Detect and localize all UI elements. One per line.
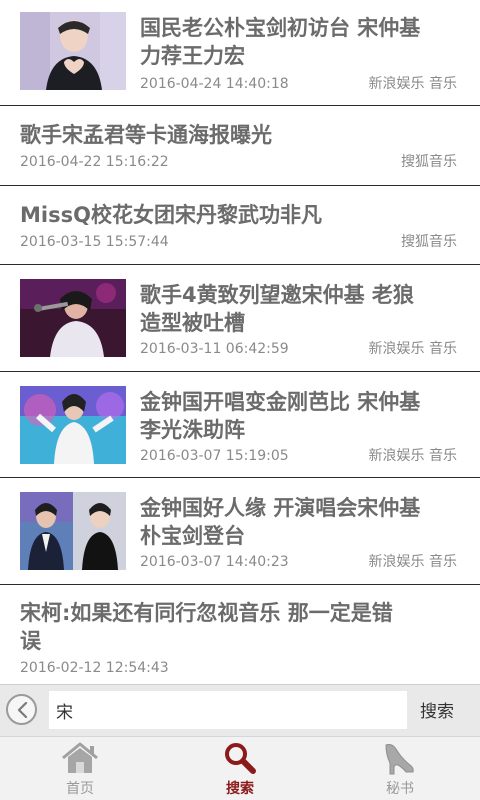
- news-thumbnail: [20, 12, 126, 90]
- news-source: 搜狐音乐: [401, 154, 457, 170]
- news-title-line2: 力荐王力宏: [140, 44, 245, 68]
- news-thumbnail: [20, 386, 126, 464]
- tab-search-label: 搜索: [226, 781, 254, 797]
- search-input[interactable]: [49, 691, 407, 729]
- list-item[interactable]: MissQ校花女团宋丹黎武功非凡 2016-03-15 15:57:44 搜狐音…: [0, 186, 480, 265]
- news-date: 2016-04-22 15:16:22: [20, 154, 169, 170]
- news-source: 新浪娱乐 音乐: [368, 448, 457, 464]
- news-date: 2016-03-07 14:40:23: [140, 554, 289, 570]
- list-item[interactable]: 金钟国开唱变金刚芭比 宋仲基 李光洙助阵 2016-03-07 15:19:05…: [0, 372, 480, 478]
- tab-search[interactable]: 搜索: [160, 737, 320, 800]
- news-title: 宋柯:如果还有同行忽视音乐 那一定是错: [20, 601, 393, 625]
- search-icon: [225, 743, 256, 774]
- news-thumbnail: [20, 492, 126, 570]
- news-title: MissQ校花女团宋丹黎武功非凡: [20, 203, 322, 227]
- news-title: 金钟国好人缘 开演唱会宋仲基: [140, 496, 421, 520]
- chevron-left-icon: [17, 702, 28, 718]
- list-item[interactable]: 国民老公朴宝剑初访台 宋仲基 力荐王力宏 2016-04-24 14:40:18…: [0, 0, 480, 106]
- news-source: 新浪娱乐 音乐: [368, 341, 457, 357]
- news-title: 歌手4黄致列望邀宋仲基 老狼: [140, 283, 414, 307]
- news-date: 2016-03-07 15:19:05: [140, 448, 289, 464]
- news-title: 金钟国开唱变金刚芭比 宋仲基: [140, 390, 421, 414]
- news-source: 搜狐音乐: [401, 234, 457, 250]
- search-bar: 搜索: [0, 684, 480, 736]
- news-title-line2: 朴宝剑登台: [140, 524, 245, 548]
- tab-home[interactable]: 首页: [0, 737, 160, 800]
- news-title: 国民老公朴宝剑初访台 宋仲基: [140, 16, 421, 40]
- news-date: 2016-02-12 12:54:43: [20, 660, 169, 676]
- high-heel-icon: [385, 744, 414, 775]
- back-button[interactable]: [6, 694, 37, 725]
- news-title-line2: 误: [20, 629, 41, 653]
- news-title-line2: 李光洙助阵: [140, 418, 245, 442]
- news-source: 新浪娱乐 音乐: [368, 76, 457, 92]
- news-feed: 国民老公朴宝剑初访台 宋仲基 力荐王力宏 2016-04-24 14:40:18…: [0, 0, 480, 684]
- news-date: 2016-03-11 06:42:59: [140, 341, 289, 357]
- news-source: 新浪娱乐 音乐: [368, 554, 457, 570]
- home-icon: [62, 742, 98, 773]
- list-item[interactable]: 宋柯:如果还有同行忽视音乐 那一定是错 误 2016-02-12 12:54:4…: [0, 585, 480, 684]
- list-item[interactable]: 歌手4黄致列望邀宋仲基 老狼 造型被吐槽 2016-03-11 06:42:59…: [0, 265, 480, 372]
- bottom-tab-bar: 首页 搜索 秘书: [0, 736, 480, 800]
- news-date: 2016-04-24 14:40:18: [140, 76, 289, 92]
- news-date: 2016-03-15 15:57:44: [20, 234, 169, 250]
- tab-home-label: 首页: [66, 781, 94, 797]
- tab-secretary-label: 秘书: [386, 781, 414, 797]
- tab-secretary[interactable]: 秘书: [320, 737, 480, 800]
- news-title-line2: 造型被吐槽: [140, 311, 245, 335]
- news-title: 歌手宋孟君等卡通海报曝光: [20, 123, 272, 147]
- search-button[interactable]: 搜索: [420, 697, 454, 722]
- news-thumbnail: [20, 279, 126, 357]
- list-item[interactable]: 金钟国好人缘 开演唱会宋仲基 朴宝剑登台 2016-03-07 14:40:23…: [0, 478, 480, 585]
- list-item[interactable]: 歌手宋孟君等卡通海报曝光 2016-04-22 15:16:22 搜狐音乐: [0, 106, 480, 186]
